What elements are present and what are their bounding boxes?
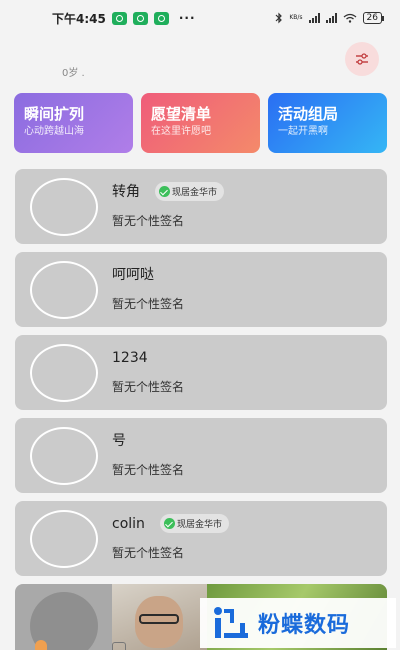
location-badge: 现居金华市 [160,514,230,533]
avatar[interactable] [30,427,98,485]
signal-icon [308,13,320,23]
user-name: 号 [112,433,126,449]
feature-card-title: 瞬间扩列 [24,105,85,123]
user-list-item[interactable]: 号 暂无个性签名 [15,418,387,493]
feature-card-quick-match[interactable]: 瞬间扩列 心动跨越山海 [14,93,133,153]
user-name: 转角 [112,184,140,200]
user-name: 呵呵哒 [112,267,154,283]
settings-button[interactable] [345,42,379,76]
status-time: 下午4:45 [52,11,106,26]
location-text: 现居金华市 [177,520,223,530]
network-speed-label: KB/s [289,14,303,21]
user-signature: 暂无个性签名 [112,380,185,394]
feature-card-activities[interactable]: 活动组局 一起开黑啊 [268,93,387,153]
user-photo-glasses [139,614,179,624]
bluetooth-icon [275,12,283,24]
status-left: 下午4:45 ··· [52,10,196,27]
user-name: colin [112,516,145,532]
user-signature: 暂无个性签名 [112,463,185,477]
avatar[interactable] [30,510,98,568]
nav-message-icon[interactable] [112,642,126,650]
user-list-item[interactable]: 1234 暂无个性签名 [15,335,387,410]
avatar[interactable] [30,261,98,319]
notification-app-icon [153,11,169,25]
settings-icon [356,53,368,65]
watermark-logo-icon [214,607,248,638]
more-notifications-icon: ··· [178,11,196,25]
user-signature: 暂无个性签名 [112,214,185,228]
wifi-icon [343,13,356,23]
status-right: KB/s 26 [275,12,385,24]
watermark: 粉蝶数码 [200,598,396,648]
verified-check-icon [159,186,170,197]
feature-card-wishlist[interactable]: 愿望清单 在这里许愿吧 [141,93,260,153]
avatar[interactable] [30,344,98,402]
location-text: 现居金华市 [172,188,218,198]
feature-card-title: 活动组局 [278,105,339,123]
watermark-text: 粉蝶数码 [258,613,351,638]
verified-check-icon [164,518,175,529]
notification-app-icon [111,11,127,25]
battery-icon: 26 [362,12,385,24]
user-signature: 暂无个性签名 [112,546,185,560]
nav-home-icon[interactable] [35,640,47,650]
feature-card-subtitle: 一起开黑啊 [278,126,328,137]
feature-card-title: 愿望清单 [151,105,212,123]
signal-icon [325,13,337,23]
user-list-item[interactable]: 转角 现居金华市 暂无个性签名 [15,169,387,244]
profile-age: 0岁 . [62,68,85,79]
user-name: 1234 [112,350,148,366]
user-list-item[interactable]: colin 现居金华市 暂无个性签名 [15,501,387,576]
avatar[interactable] [30,178,98,236]
user-signature: 暂无个性签名 [112,297,185,311]
location-badge: 现居金华市 [155,182,225,201]
user-list-item[interactable]: 呵呵哒 暂无个性签名 [15,252,387,327]
status-bar: 下午4:45 ··· KB/s 26 [0,0,400,36]
feature-card-subtitle: 在这里许愿吧 [151,126,211,137]
feature-card-subtitle: 心动跨越山海 [24,126,84,137]
notification-app-icon [132,11,148,25]
